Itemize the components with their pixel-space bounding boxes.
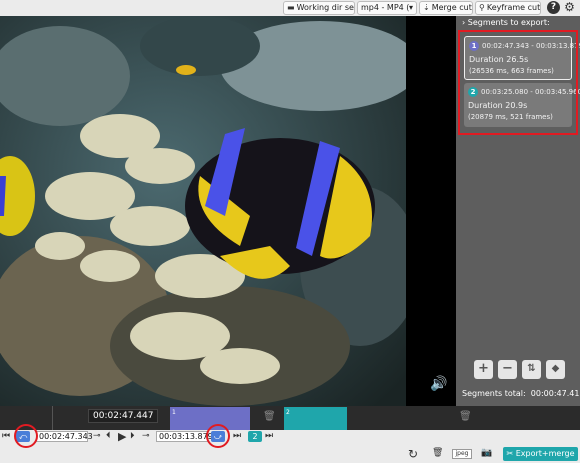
end-time-field[interactable]: 00:03:13.879 — [156, 431, 213, 442]
highlight-annotation — [458, 30, 578, 135]
camera-icon[interactable]: 📷 — [481, 448, 492, 458]
settings-gear-icon[interactable]: ⚙ — [563, 1, 576, 14]
jump-end-icon[interactable]: ⏭ — [233, 431, 241, 441]
segments-header: › Segments to export: — [462, 18, 550, 27]
output-format-select[interactable]: mp4 - MP4 (▾ — [357, 1, 417, 15]
timeline-divider — [52, 406, 53, 430]
prev-frame-icon[interactable]: ⏴ — [106, 431, 111, 441]
next-frame-icon[interactable]: ⏵ — [130, 431, 135, 441]
remove-segment-button[interactable]: − — [498, 360, 517, 379]
timeline-segment-2[interactable]: 2 — [284, 407, 347, 430]
sort-segments-icon[interactable]: ⇅ — [522, 360, 541, 379]
volume-speaker-icon[interactable]: 🔊 — [430, 376, 447, 392]
export-merge-button[interactable]: ✂ Export+merge — [503, 447, 578, 461]
segments-total: Segments total: 00:00:47.416 — [462, 389, 580, 398]
clownfish-video-frame — [0, 16, 406, 406]
play-icon[interactable]: ▶ — [118, 430, 126, 443]
trash-icon[interactable]: 🗑 — [432, 448, 443, 458]
merge-cuts-button[interactable]: ⇣ Merge cuts — [419, 1, 473, 15]
jump-start-icon[interactable]: ⏮ — [2, 431, 10, 441]
video-letterbox — [406, 16, 456, 406]
rotate-icon[interactable]: ↻ — [408, 447, 418, 461]
add-segment-button[interactable]: + — [474, 360, 493, 379]
trash-icon[interactable]: 🗑 — [459, 411, 472, 422]
trash-icon[interactable]: 🗑 — [263, 411, 276, 422]
scissors-icon: ✂ — [506, 449, 514, 458]
current-time-display: 00:02:47.447 — [88, 409, 159, 423]
capture-format-select[interactable]: jpeg — [452, 449, 472, 459]
keyframe-cut-button[interactable]: ⚲ Keyframe cut — [475, 1, 541, 15]
keyframe-icon: ⚲ — [479, 3, 485, 12]
folder-icon: ▬ — [287, 3, 295, 12]
working-dir-button[interactable]: ▬ Working dir set — [283, 1, 355, 15]
help-button[interactable]: ? — [547, 1, 560, 14]
next-segment-icon[interactable]: ⏭ — [265, 431, 273, 441]
merge-icon: ⇣ — [423, 3, 430, 12]
timeline[interactable]: 1 2 00:02:47.447 🗑 🗑 — [0, 406, 580, 430]
start-time-field[interactable]: 00:02:47.343 — [36, 431, 93, 442]
key-end-icon[interactable]: ⊸ — [142, 431, 150, 441]
circle-annotation — [206, 424, 230, 448]
chevron-down-icon: ▾ — [408, 3, 413, 12]
video-player[interactable] — [0, 16, 406, 406]
circle-annotation — [14, 424, 38, 448]
tag-icon[interactable]: ◆ — [546, 360, 565, 379]
chevron-right-icon[interactable]: › — [462, 18, 465, 27]
segment-badge[interactable]: 2 — [248, 431, 262, 442]
key-start-icon[interactable]: ⊸ — [93, 431, 101, 441]
top-toolbar: ▬ Working dir set mp4 - MP4 (▾ ⇣ Merge cut… — [0, 0, 580, 16]
playback-controls: ⏮ ⤺ 00:02:47.343 ⊸ ⏴ ▶ ⏵ ⊸ 00:03:13.879 … — [0, 430, 580, 463]
